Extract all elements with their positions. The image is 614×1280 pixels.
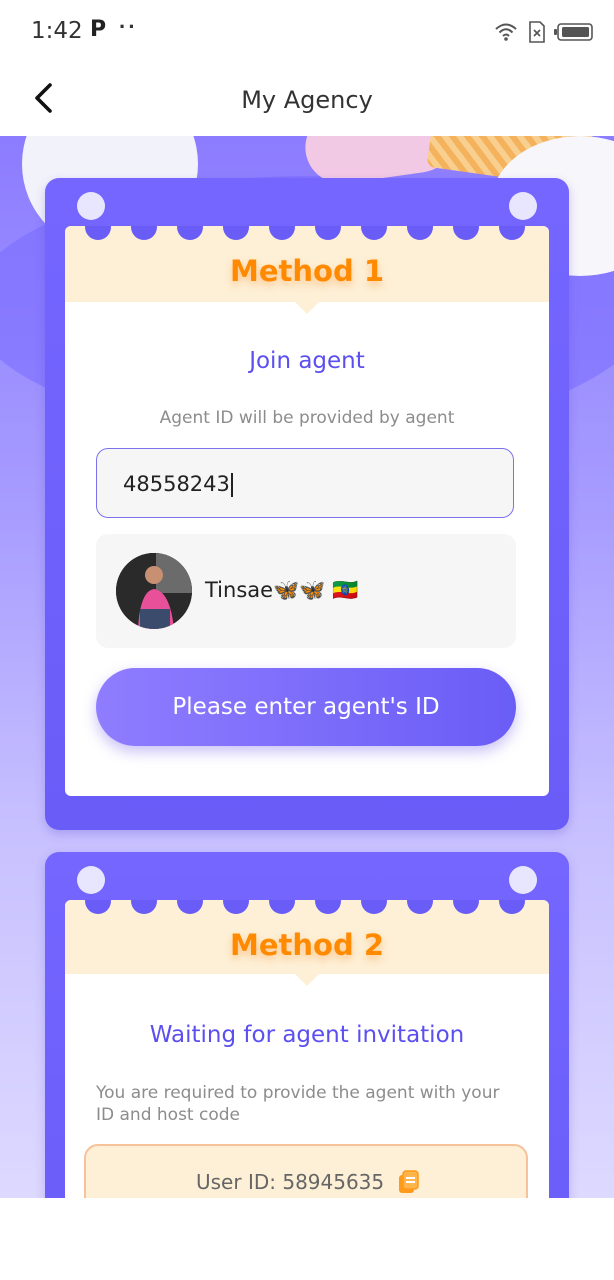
pin-decoration <box>77 192 105 220</box>
enter-agent-id-button[interactable]: Please enter agent's ID <box>96 668 516 746</box>
wifi-icon <box>495 23 517 41</box>
method-title: Method 2 <box>230 928 384 962</box>
avatar <box>116 553 192 629</box>
status-time: 1:42 <box>31 18 83 44</box>
scallop-edge <box>65 226 549 240</box>
status-icons <box>494 20 594 44</box>
method-1-panel: Method 1 Join agent Agent ID will be pro… <box>45 178 569 830</box>
status-bar: 1:42 P ·· <box>0 0 614 62</box>
agent-result-card[interactable]: Tinsae🦋🦋 🇪🇹 <box>96 534 516 648</box>
sim-x-icon <box>529 21 545 43</box>
agent-id-value: 48558243 <box>123 472 230 496</box>
pin-decoration <box>509 866 537 894</box>
battery-icon <box>554 23 593 41</box>
description-text: You are required to provide the agent wi… <box>96 1083 500 1125</box>
app-bar: My Agency <box>0 62 614 136</box>
section-title: Join agent <box>249 348 365 374</box>
method-2-card: Method 2 Waiting for agent invitation Yo… <box>65 900 549 1198</box>
user-id-text: User ID: 58945635 <box>196 1170 385 1194</box>
method-2-panel: Method 2 Waiting for agent invitation Yo… <box>45 852 569 1198</box>
hint-text: Agent ID will be provided by agent <box>159 408 455 428</box>
user-id-box: User ID: 58945635 <box>84 1144 528 1198</box>
copy-icon[interactable] <box>398 1170 420 1194</box>
more-notifications-icon: ·· <box>119 14 138 39</box>
pin-decoration <box>509 192 537 220</box>
section-title: Waiting for agent invitation <box>149 1022 465 1048</box>
text-caret <box>230 473 233 497</box>
scallop-edge <box>65 900 549 914</box>
agent-id-input[interactable]: 48558243 <box>96 448 514 518</box>
parking-notification-icon: P <box>90 17 107 42</box>
agent-name: Tinsae🦋🦋 🇪🇹 <box>205 578 359 602</box>
page-title: My Agency <box>241 86 373 114</box>
method-1-card: Method 1 Join agent Agent ID will be pro… <box>65 226 549 796</box>
method-title: Method 1 <box>230 254 384 288</box>
pin-decoration <box>77 866 105 894</box>
content-area: Method 1 Join agent Agent ID will be pro… <box>0 136 614 1198</box>
bottom-blank-area <box>0 1198 614 1280</box>
